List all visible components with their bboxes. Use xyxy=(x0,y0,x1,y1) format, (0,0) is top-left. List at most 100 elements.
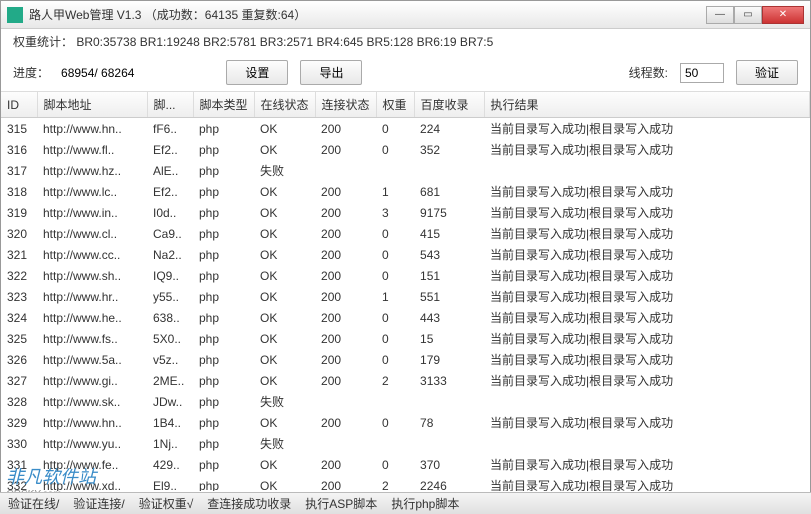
cell-on: OK xyxy=(254,181,315,202)
column-header[interactable]: ID xyxy=(1,92,37,118)
cell-id: 327 xyxy=(1,370,37,391)
cell-conn: 200 xyxy=(315,118,376,140)
table-row[interactable]: 324http://www.he..638..phpOK2000443当前目录写… xyxy=(1,307,810,328)
cell-conn: 200 xyxy=(315,244,376,265)
cell-conn: 200 xyxy=(315,223,376,244)
minimize-button[interactable]: — xyxy=(706,6,734,24)
cell-w: 1 xyxy=(376,181,414,202)
cell-id: 322 xyxy=(1,265,37,286)
cell-type: php xyxy=(193,391,254,412)
close-button[interactable]: ✕ xyxy=(762,6,804,24)
cell-sc: 2ME.. xyxy=(147,370,193,391)
cell-url: http://www.sk.. xyxy=(37,391,147,412)
cell-w: 0 xyxy=(376,265,414,286)
threads-input[interactable] xyxy=(680,63,724,83)
table-row[interactable]: 320http://www.cl..Ca9..phpOK2000415当前目录写… xyxy=(1,223,810,244)
status-verify-weight[interactable]: 验证权重√ xyxy=(139,495,194,512)
table-row[interactable]: 317http://www.hz..AlE..php失败 xyxy=(1,160,810,181)
status-run-asp[interactable]: 执行ASP脚本 xyxy=(305,495,377,512)
table-row[interactable]: 328http://www.sk..JDw..php失败 xyxy=(1,391,810,412)
table-row[interactable]: 325http://www.fs..5X0..phpOK200015当前目录写入… xyxy=(1,328,810,349)
cell-type: php xyxy=(193,202,254,223)
table-row[interactable]: 321http://www.cc..Na2..phpOK2000543当前目录写… xyxy=(1,244,810,265)
table-row[interactable]: 318http://www.lc..Ef2..phpOK2001681当前目录写… xyxy=(1,181,810,202)
statusbar: 验证在线/ 验证连接/ 验证权重√ 查连接成功收录 执行ASP脚本 执行php脚… xyxy=(0,492,811,514)
cell-type: php xyxy=(193,412,254,433)
cell-url: http://www.fs.. xyxy=(37,328,147,349)
cell-sc: 5X0.. xyxy=(147,328,193,349)
cell-baidu: 681 xyxy=(414,181,484,202)
cell-baidu: 3133 xyxy=(414,370,484,391)
export-button[interactable]: 导出 xyxy=(300,60,362,85)
cell-type: php xyxy=(193,454,254,475)
cell-w: 0 xyxy=(376,454,414,475)
column-header[interactable]: 执行结果 xyxy=(484,92,809,118)
progress-label: 进度： xyxy=(13,64,49,81)
table-row[interactable]: 332http://www.xd..El9..phpOK20022246当前目录… xyxy=(1,475,810,491)
weight-stats: 权重统计： BR0:35738 BR1:19248 BR2:5781 BR3:2… xyxy=(1,29,810,54)
column-header[interactable]: 脚本地址 xyxy=(37,92,147,118)
status-run-php[interactable]: 执行php脚本 xyxy=(391,495,459,512)
cell-sc: fF6.. xyxy=(147,118,193,140)
table-row[interactable]: 331http://www.fe..429..phpOK2000370当前目录写… xyxy=(1,454,810,475)
table-row[interactable]: 322http://www.sh..IQ9..phpOK2000151当前目录写… xyxy=(1,265,810,286)
table-row[interactable]: 315http://www.hn..fF6..phpOK2000224当前目录写… xyxy=(1,118,810,140)
status-query-index[interactable]: 查连接成功收录 xyxy=(207,495,291,512)
cell-on: OK xyxy=(254,202,315,223)
cell-w: 0 xyxy=(376,223,414,244)
cell-res: 当前目录写入成功|根目录写入成功 xyxy=(484,454,809,475)
status-verify-online[interactable]: 验证在线/ xyxy=(8,495,59,512)
cell-type: php xyxy=(193,349,254,370)
cell-sc: IQ9.. xyxy=(147,265,193,286)
cell-w: 2 xyxy=(376,475,414,491)
table-row[interactable]: 319http://www.in..I0d..phpOK20039175当前目录… xyxy=(1,202,810,223)
column-header[interactable]: 权重 xyxy=(376,92,414,118)
cell-sc: 1B4.. xyxy=(147,412,193,433)
cell-url: http://www.lc.. xyxy=(37,181,147,202)
maximize-button[interactable]: ▭ xyxy=(734,6,762,24)
cell-type: php xyxy=(193,433,254,454)
cell-url: http://www.yu.. xyxy=(37,433,147,454)
cell-baidu xyxy=(414,391,484,412)
cell-id: 326 xyxy=(1,349,37,370)
cell-id: 316 xyxy=(1,139,37,160)
cell-res: 当前目录写入成功|根目录写入成功 xyxy=(484,118,809,140)
table-row[interactable]: 327http://www.gi..2ME..phpOK20023133当前目录… xyxy=(1,370,810,391)
column-header[interactable]: 脚本类型 xyxy=(193,92,254,118)
column-header[interactable]: 连接状态 xyxy=(315,92,376,118)
cell-conn: 200 xyxy=(315,202,376,223)
cell-sc: Ef2.. xyxy=(147,181,193,202)
cell-baidu: 9175 xyxy=(414,202,484,223)
cell-sc: 1Nj.. xyxy=(147,433,193,454)
cell-id: 317 xyxy=(1,160,37,181)
cell-w xyxy=(376,160,414,181)
cell-res: 当前目录写入成功|根目录写入成功 xyxy=(484,412,809,433)
cell-url: http://www.fl.. xyxy=(37,139,147,160)
table-container[interactable]: ID脚本地址脚...脚本类型在线状态连接状态权重百度收录执行结果 315http… xyxy=(1,91,810,491)
verify-button[interactable]: 验证 xyxy=(736,60,798,85)
cell-res: 当前目录写入成功|根目录写入成功 xyxy=(484,244,809,265)
column-header[interactable]: 脚... xyxy=(147,92,193,118)
cell-baidu: 443 xyxy=(414,307,484,328)
table-row[interactable]: 323http://www.hr..y55..phpOK2001551当前目录写… xyxy=(1,286,810,307)
cell-url: http://www.sh.. xyxy=(37,265,147,286)
cell-url: http://www.hn.. xyxy=(37,118,147,140)
table-row[interactable]: 330http://www.yu..1Nj..php失败 xyxy=(1,433,810,454)
table-row[interactable]: 329http://www.hn..1B4..phpOK200078当前目录写入… xyxy=(1,412,810,433)
column-header[interactable]: 在线状态 xyxy=(254,92,315,118)
cell-res: 当前目录写入成功|根目录写入成功 xyxy=(484,328,809,349)
cell-conn: 200 xyxy=(315,265,376,286)
cell-res: 当前目录写入成功|根目录写入成功 xyxy=(484,307,809,328)
settings-button[interactable]: 设置 xyxy=(226,60,288,85)
cell-res: 当前目录写入成功|根目录写入成功 xyxy=(484,265,809,286)
table-row[interactable]: 316http://www.fl..Ef2..phpOK2000352当前目录写… xyxy=(1,139,810,160)
cell-sc: Ca9.. xyxy=(147,223,193,244)
column-header[interactable]: 百度收录 xyxy=(414,92,484,118)
table-row[interactable]: 326http://www.5a..v5z..phpOK2000179当前目录写… xyxy=(1,349,810,370)
status-verify-connect[interactable]: 验证连接/ xyxy=(73,495,124,512)
cell-id: 329 xyxy=(1,412,37,433)
cell-conn: 200 xyxy=(315,328,376,349)
cell-on: OK xyxy=(254,412,315,433)
app-icon xyxy=(7,7,23,23)
cell-type: php xyxy=(193,118,254,140)
